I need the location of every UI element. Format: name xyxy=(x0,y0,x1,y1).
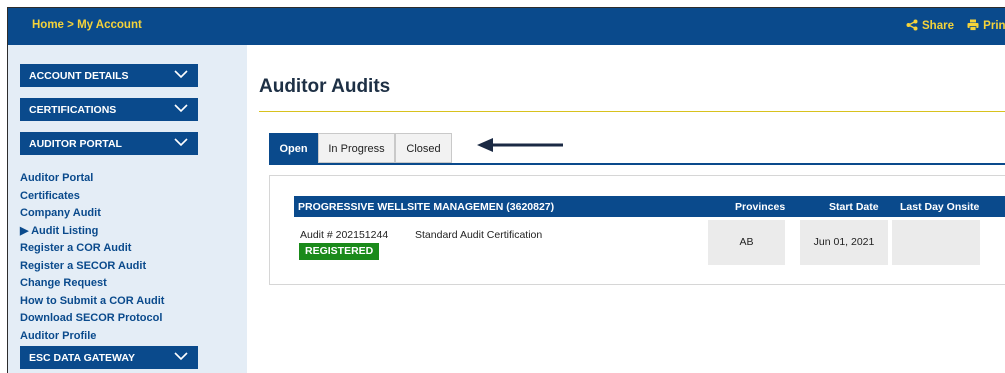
sidebar-section-label: ESC DATA GATEWAY xyxy=(29,352,135,364)
audit-table-header: PROGRESSIVE WELLSITE MANAGEMEN (3620827)… xyxy=(294,196,1005,217)
sidebar-section-esc-data-gateway[interactable]: ESC DATA GATEWAY xyxy=(20,346,198,369)
sidebar-link-auditor-profile[interactable]: Auditor Profile xyxy=(20,328,164,346)
tab-open[interactable]: Open xyxy=(269,133,318,163)
share-label: Share xyxy=(922,20,954,32)
print-label: Print xyxy=(983,20,1005,32)
print-button[interactable]: Print xyxy=(967,19,1005,32)
breadcrumb-home-link[interactable]: Home xyxy=(32,19,64,31)
sidebar-links: Auditor Portal Certificates Company Audi… xyxy=(20,170,164,345)
province-cell: AB xyxy=(708,220,785,265)
sidebar-section-account-details[interactable]: ACCOUNT DETAILS xyxy=(20,64,198,87)
sidebar-link-company-audit[interactable]: Company Audit xyxy=(20,205,164,223)
audit-list-panel: PROGRESSIVE WELLSITE MANAGEMEN (3620827)… xyxy=(269,175,1005,285)
tab-in-progress[interactable]: In Progress xyxy=(318,133,395,163)
main-content: Auditor Audits Open In Progress Closed P… xyxy=(247,45,1005,373)
sidebar-link-how-to-submit-cor[interactable]: How to Submit a COR Audit xyxy=(20,293,164,311)
sidebar-link-audit-listing[interactable]: ▶ Audit Listing xyxy=(20,223,164,241)
sidebar-link-auditor-portal[interactable]: Auditor Portal xyxy=(20,170,164,188)
chevron-down-icon xyxy=(174,352,188,361)
sidebar: ACCOUNT DETAILS CERTIFICATIONS AUDITOR P… xyxy=(8,45,247,373)
page-title: Auditor Audits xyxy=(259,76,391,97)
audit-type: Standard Audit Certification xyxy=(415,229,543,241)
sidebar-section-label: CERTIFICATIONS xyxy=(29,104,117,116)
arrow-left-icon xyxy=(477,138,563,152)
sidebar-link-register-secor-audit[interactable]: Register a SECOR Audit xyxy=(20,258,164,276)
tab-closed[interactable]: Closed xyxy=(395,133,452,163)
last-day-onsite-cell xyxy=(892,220,980,265)
chevron-down-icon xyxy=(174,138,188,147)
share-icon xyxy=(906,19,918,31)
start-date-cell: Jun 01, 2021 xyxy=(800,220,888,265)
column-last-day-onsite: Last Day Onsite xyxy=(900,201,980,213)
audit-number[interactable]: Audit # 202151244 xyxy=(300,229,388,241)
sidebar-link-download-secor-protocol[interactable]: Download SECOR Protocol xyxy=(20,310,164,328)
sidebar-section-label: ACCOUNT DETAILS xyxy=(29,70,129,82)
column-start-date: Start Date xyxy=(829,201,879,213)
column-provinces: Provinces xyxy=(735,201,786,213)
title-divider xyxy=(259,111,1005,112)
status-badge: REGISTERED xyxy=(299,243,380,260)
breadcrumb: Home > My Account xyxy=(32,19,142,31)
breadcrumb-separator: > xyxy=(63,19,78,31)
share-button[interactable]: Share xyxy=(906,19,954,32)
company-name[interactable]: PROGRESSIVE WELLSITE MANAGEMEN (3620827) xyxy=(298,201,554,213)
breadcrumb-current[interactable]: My Account xyxy=(77,19,142,31)
chevron-down-icon xyxy=(174,70,188,79)
browser-frame: Home > My Account Share Print xyxy=(7,7,1005,373)
tabs-underline xyxy=(269,163,1005,165)
printer-icon xyxy=(967,19,979,31)
sidebar-section-certifications[interactable]: CERTIFICATIONS xyxy=(20,98,198,121)
chevron-down-icon xyxy=(174,104,188,113)
sidebar-link-change-request[interactable]: Change Request xyxy=(20,275,164,293)
sidebar-link-register-cor-audit[interactable]: Register a COR Audit xyxy=(20,240,164,258)
sidebar-section-auditor-portal[interactable]: AUDITOR PORTAL xyxy=(20,132,198,155)
sidebar-link-certificates[interactable]: Certificates xyxy=(20,188,164,206)
top-bar: Home > My Account Share Print xyxy=(8,8,1005,45)
sidebar-section-label: AUDITOR PORTAL xyxy=(29,138,122,150)
page-actions: Share Print xyxy=(906,19,1005,32)
